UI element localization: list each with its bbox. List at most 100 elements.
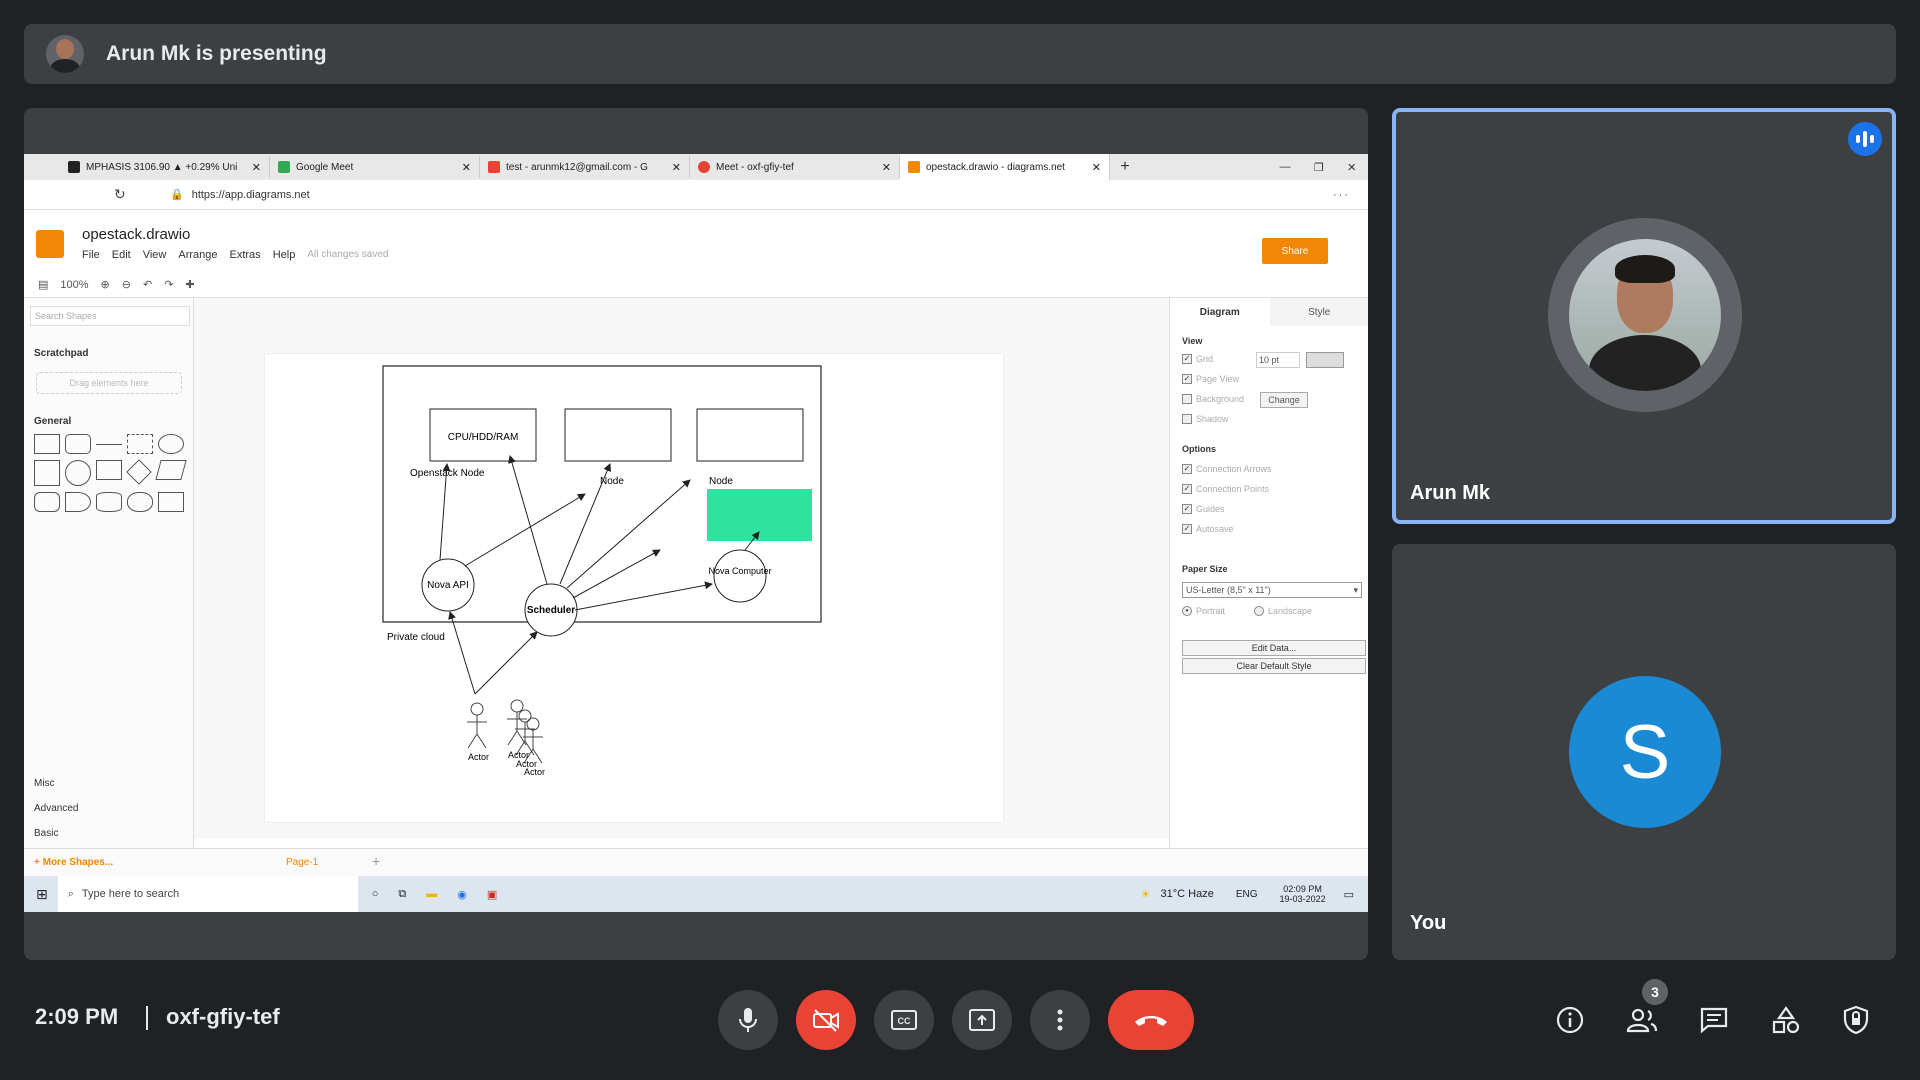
close-icon[interactable]: ✕ — [1092, 161, 1101, 174]
portrait-radio[interactable]: • Portrait — [1182, 606, 1225, 616]
more-options-button[interactable] — [1030, 990, 1090, 1050]
page-tab[interactable]: Page-1 — [286, 857, 318, 868]
connection-points-checkbox[interactable]: ✓ Connection Points — [1182, 484, 1269, 494]
shape-triangle[interactable] — [65, 492, 91, 512]
browser-tab[interactable]: test - arunmk12@gmail.com - G ✕ — [480, 156, 690, 178]
microphone-button[interactable] — [718, 990, 778, 1050]
host-controls-button[interactable] — [1836, 1000, 1876, 1040]
notification-icon[interactable]: ▭ — [1344, 888, 1354, 901]
file-explorer-icon[interactable]: ▬ — [426, 888, 437, 900]
autosave-checkbox[interactable]: ✓ Autosave — [1182, 524, 1234, 534]
shape-circle[interactable] — [65, 460, 91, 486]
menu-file[interactable]: File — [82, 249, 100, 261]
cortana-icon[interactable]: ○ — [372, 888, 379, 900]
present-button[interactable] — [952, 990, 1012, 1050]
zoom-in-icon[interactable]: ⊕ — [101, 278, 110, 291]
grid-size-input[interactable]: 10 pt — [1256, 352, 1300, 368]
url-field[interactable]: 🔒 https://app.diagrams.net — [164, 184, 984, 206]
edge-icon[interactable]: ◉ — [457, 888, 467, 901]
undo-icon[interactable]: ↶ — [143, 278, 152, 291]
landscape-radio[interactable]: Landscape — [1254, 606, 1312, 616]
search-shapes-input[interactable]: Search Shapes — [30, 306, 190, 326]
tab-style[interactable]: Style — [1269, 298, 1368, 326]
shape-textbox[interactable] — [127, 434, 153, 454]
participant-tile-arun[interactable]: Arun Mk — [1392, 108, 1896, 524]
meeting-code[interactable]: oxf-gfiy-tef — [166, 1004, 280, 1030]
taskbar-clock[interactable]: 02:09 PM 19-03-2022 — [1280, 884, 1326, 904]
taskbar-search[interactable]: ⌕ Type here to search — [57, 876, 358, 912]
insert-icon[interactable]: ✚ — [185, 278, 194, 291]
close-icon[interactable]: ✕ — [672, 161, 681, 174]
add-page-icon[interactable]: + — [372, 853, 380, 869]
tab-diagram[interactable]: Diagram — [1170, 298, 1270, 326]
browser-tab[interactable]: Google Meet ✕ — [270, 156, 480, 178]
format-panel-icon[interactable]: ▤ — [38, 278, 48, 291]
shape-rectangle[interactable] — [34, 434, 60, 454]
shape-diamond[interactable] — [126, 459, 152, 485]
close-icon[interactable]: ✕ — [252, 161, 261, 174]
guides-checkbox[interactable]: ✓ Guides — [1182, 504, 1225, 514]
shape-cloud[interactable] — [127, 492, 153, 512]
shape-cylinder[interactable] — [96, 492, 122, 512]
menu-extras[interactable]: Extras — [230, 249, 261, 261]
shape-ellipse[interactable] — [158, 434, 184, 454]
leave-call-button[interactable] — [1108, 990, 1194, 1050]
meeting-details-button[interactable] — [1550, 1000, 1590, 1040]
background-checkbox[interactable]: Background — [1182, 394, 1244, 404]
windows-start-icon[interactable]: ⊞ — [36, 886, 48, 903]
connection-arrows-checkbox[interactable]: ✓ Connection Arrows — [1182, 464, 1272, 474]
node-box-3[interactable] — [696, 408, 804, 462]
shape-rounded-rectangle[interactable] — [65, 434, 91, 454]
page-view-checkbox[interactable]: ✓ Page View — [1182, 374, 1239, 384]
shape-hexagon[interactable] — [34, 492, 60, 512]
close-icon[interactable]: ✕ — [462, 161, 471, 174]
change-background-button[interactable]: Change — [1260, 392, 1308, 408]
weather-text[interactable]: 31°C Haze — [1161, 888, 1214, 900]
scratchpad-dropzone[interactable]: Drag elements here — [36, 372, 182, 394]
shape-text[interactable] — [96, 444, 122, 445]
tab-actions-icon[interactable] — [24, 154, 60, 180]
presentation-stage[interactable]: MPHASIS 3106.90 ▲ +0.29% Uni ✕ Google Mee… — [24, 108, 1368, 960]
menu-help[interactable]: Help — [273, 249, 296, 261]
nova-computer-node[interactable] — [713, 549, 767, 603]
grid-color-swatch[interactable] — [1306, 352, 1344, 368]
edit-data-button[interactable]: Edit Data... — [1182, 640, 1366, 656]
close-icon[interactable]: ✕ — [882, 161, 891, 174]
task-view-icon[interactable]: ⧉ — [398, 888, 406, 901]
zoom-out-icon[interactable]: ⊖ — [122, 278, 131, 291]
menu-arrange[interactable]: Arrange — [178, 249, 217, 261]
menu-edit[interactable]: Edit — [112, 249, 131, 261]
activities-button[interactable] — [1766, 1000, 1806, 1040]
paper-size-select[interactable]: US-Letter (8,5" x 11") ▾ — [1182, 582, 1362, 598]
camera-button[interactable] — [796, 990, 856, 1050]
language-indicator[interactable]: ENG — [1236, 889, 1258, 900]
advanced-header[interactable]: Advanced — [34, 803, 78, 814]
participant-tile-you[interactable]: S You — [1392, 544, 1896, 960]
captions-button[interactable]: CC — [874, 990, 934, 1050]
menu-view[interactable]: View — [143, 249, 167, 261]
people-button[interactable] — [1622, 1000, 1662, 1040]
shape-parallelogram[interactable] — [155, 460, 187, 480]
green-rectangle[interactable] — [707, 489, 812, 541]
browser-tab[interactable]: MPHASIS 3106.90 ▲ +0.29% Uni ✕ — [60, 156, 270, 178]
clear-default-style-button[interactable]: Clear Default Style — [1182, 658, 1366, 674]
general-header[interactable]: General — [34, 416, 71, 427]
more-icon[interactable]: ··· — [1333, 189, 1350, 201]
share-button[interactable]: Share — [1262, 238, 1328, 264]
more-shapes-link[interactable]: + More Shapes... — [34, 857, 113, 868]
zoom-level[interactable]: 100% — [60, 279, 88, 291]
basic-header[interactable]: Basic — [34, 828, 58, 839]
acrobat-icon[interactable]: ▣ — [487, 888, 497, 901]
browser-tab[interactable]: Meet - oxf-gfiy-tef ✕ — [690, 156, 900, 178]
shadow-checkbox[interactable]: Shadow — [1182, 414, 1229, 424]
browser-tab-active[interactable]: opestack.drawio - diagrams.net ✕ — [900, 154, 1110, 180]
drawing-canvas[interactable]: CPU/HDD/RAM Openstack Node Node Node Nov… — [194, 298, 1169, 838]
file-name[interactable]: opestack.drawio — [82, 226, 190, 243]
misc-header[interactable]: Misc — [34, 778, 55, 789]
redo-icon[interactable]: ↷ — [164, 278, 173, 291]
scratchpad-header[interactable]: Scratchpad — [34, 348, 88, 359]
window-controls[interactable]: — ❐ ✕ — [1268, 161, 1368, 174]
shape-square[interactable] — [34, 460, 60, 486]
chat-button[interactable] — [1694, 1000, 1734, 1040]
new-tab-icon[interactable]: + — [1110, 158, 1140, 176]
